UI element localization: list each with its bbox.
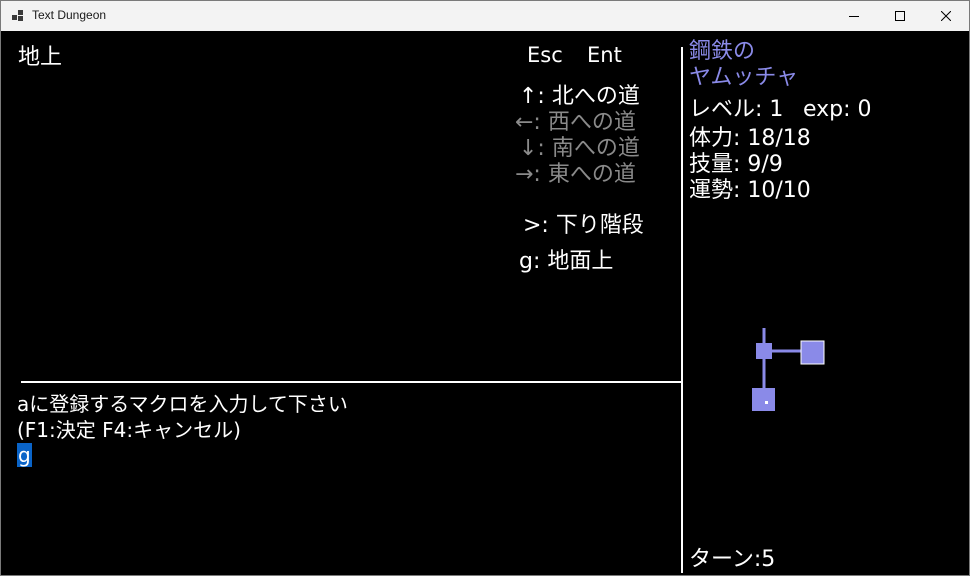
stat-skill: 技量: 9/9 (689, 152, 783, 177)
stat-hp: 体力: 18/18 (689, 126, 811, 151)
turn-counter: ターン:5 (689, 547, 776, 572)
minimap (752, 328, 825, 411)
minimap-room-south (752, 388, 775, 411)
direction-north[interactable]: ↑: 北への道 (519, 84, 640, 110)
stat-level: レベル: 1 (689, 97, 784, 122)
ent-key[interactable]: Ent (587, 42, 622, 68)
close-icon (941, 11, 951, 21)
minimize-icon (849, 16, 859, 17)
stat-exp: exp: 0 (803, 97, 872, 122)
panel-divider-vertical (681, 47, 683, 573)
minimap-room-current (756, 343, 772, 359)
character-name: ヤムッチャ (689, 65, 799, 90)
direction-east: →: 東への道 (515, 162, 636, 187)
minimap-player-marker (765, 401, 768, 404)
game-screen: 地上 Esc Ent ↑: 北への道 ←: 西への道 ↓: 南への道 →: 東へ… (1, 31, 969, 575)
direction-south: ↓: 南への道 (519, 136, 640, 161)
minimize-button[interactable] (831, 1, 877, 31)
app-window: Text Dungeon 地上 Esc Ent ↑: 北への道 ←: 西への道 … (0, 0, 970, 576)
title-bar[interactable]: Text Dungeon (1, 1, 969, 31)
character-title: 鋼鉄の (689, 39, 756, 64)
window-title: Text Dungeon (32, 8, 107, 22)
panel-divider-horizontal (21, 381, 681, 383)
maximize-icon (895, 11, 905, 21)
app-icon (12, 10, 24, 22)
esc-key[interactable]: Esc (527, 42, 563, 68)
stat-luck: 運勢: 10/10 (689, 178, 811, 203)
macro-input[interactable]: g (17, 443, 32, 468)
message-line-1: aに登録するマクロを入力して下さい (17, 392, 348, 416)
message-line-2: (F1:決定 F4:キャンセル) (17, 418, 241, 442)
action-stairs-down[interactable]: >: 下り階段 (523, 213, 644, 239)
action-ground[interactable]: g: 地面上 (519, 249, 613, 275)
close-button[interactable] (923, 1, 969, 31)
minimap-room-east (800, 340, 825, 365)
maximize-button[interactable] (877, 1, 923, 31)
location-label: 地上 (18, 45, 63, 70)
macro-input-value[interactable]: g (17, 443, 32, 467)
direction-west: ←: 西への道 (515, 110, 636, 135)
